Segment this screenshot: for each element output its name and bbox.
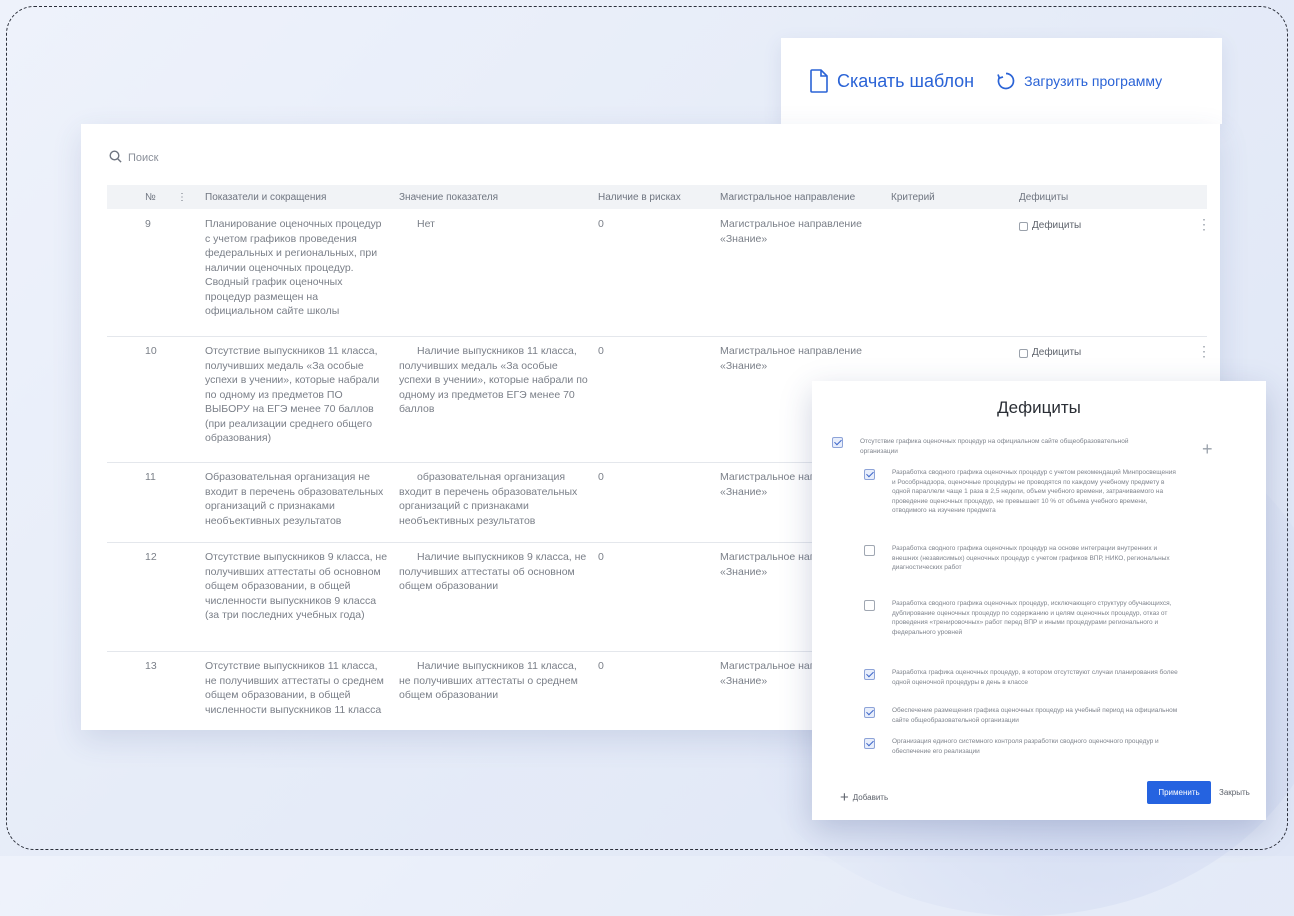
row-direction: Магистральное направление «Знание» [720, 218, 862, 245]
download-template-label: Скачать шаблон [837, 70, 975, 91]
row-indicator: Образовательная организация не входит в … [205, 471, 384, 527]
row-num: 9 [145, 218, 151, 230]
col-direction: Магистральное направление [720, 192, 856, 203]
refresh-icon [996, 71, 1016, 91]
deficit-item-text: Организация единого системного контроля … [892, 738, 1159, 755]
deficit-item-text: Разработка сводного графика оценочных пр… [892, 600, 1172, 636]
row-value: Наличие выпускников 9 класса, не получив… [399, 551, 587, 592]
col-num: № [145, 192, 156, 203]
row-value: Наличие выпускников 11 класса, получивши… [399, 345, 588, 415]
search-icon [109, 150, 122, 166]
row-value: Нет [417, 218, 435, 230]
col-criterion: Критерий [891, 192, 935, 203]
add-deficit-label: Добавить [852, 793, 889, 802]
row-num: 10 [145, 345, 157, 357]
row-menu-icon[interactable]: ⋮ [1197, 217, 1211, 232]
row-points: 0 [598, 551, 604, 563]
row-points: 0 [598, 471, 604, 483]
download-template-button[interactable]: Скачать шаблон [809, 69, 974, 93]
search-placeholder: Поиск [128, 152, 159, 164]
deficits-tag-label: Дефициты [1032, 220, 1082, 231]
col-points: Наличие в рисках [598, 192, 681, 203]
deficit-item-text: Разработка графика оценочных процедур, в… [892, 669, 1178, 686]
row-menu-icon[interactable]: ⋮ [1197, 344, 1211, 359]
col-deficits: Дефициты [1019, 192, 1069, 203]
actions-card: Скачать шаблон Загрузить программу [781, 38, 1222, 124]
checkbox-icon [1019, 348, 1028, 358]
close-button[interactable]: Закрыть [1219, 788, 1250, 797]
upload-program-button[interactable]: Загрузить программу [996, 71, 1162, 91]
upload-program-label: Загрузить программу [1024, 73, 1163, 89]
column-menu-icon[interactable]: ⋮ [177, 192, 187, 203]
row-num: 12 [145, 551, 157, 563]
add-icon[interactable]: + [1202, 439, 1213, 460]
deficits-modal: Дефициты + Отсутствие графика оценочных … [812, 381, 1266, 820]
deficit-item-text: Обеспечение размещения графика оценочных… [892, 707, 1178, 724]
deficit-checkbox[interactable] [864, 469, 875, 480]
row-value: Наличие выпускников 11 класса, не получи… [399, 660, 578, 701]
plus-icon: + [840, 789, 849, 806]
add-deficit-button[interactable]: + Добавить [840, 789, 888, 806]
table-header: № ⋮ Показатели и сокращения Значение пок… [107, 185, 1207, 209]
deficits-tag-label: Дефициты [1032, 347, 1082, 358]
row-num: 13 [145, 660, 157, 672]
row-points: 0 [598, 218, 604, 230]
deficits-tag[interactable]: Дефициты [1019, 219, 1081, 234]
row-indicator: Планирование оценочных процедур с учетом… [205, 218, 382, 317]
table-row[interactable]: 9 Планирование оценочных процедур с учет… [107, 209, 1211, 337]
col-indicators: Показатели и сокращения [205, 192, 327, 203]
col-value: Значение показателя [399, 192, 499, 203]
deficit-item-text: Отсутствие графика оценочных процедур на… [860, 438, 1129, 455]
deficit-checkbox[interactable] [864, 738, 875, 749]
row-value: образовательная организация входит в пер… [399, 471, 578, 527]
modal-title: Дефициты [997, 398, 1081, 417]
deficit-item-text: Разработка сводного графика оценочных пр… [892, 469, 1176, 514]
deficits-tag[interactable]: Дефициты [1019, 346, 1081, 361]
deficit-checkbox[interactable] [864, 600, 875, 611]
row-indicator: Отсутствие выпускников 11 класса, получи… [205, 345, 380, 444]
deficit-item-text: Разработка сводного графика оценочных пр… [892, 545, 1170, 571]
deficit-checkbox[interactable] [864, 707, 875, 718]
row-points: 0 [598, 660, 604, 672]
row-indicator: Отсутствие выпускников 9 класса, не полу… [205, 551, 388, 621]
row-direction: Магистральное направление «Знание» [720, 345, 862, 372]
row-num: 11 [145, 471, 156, 483]
deficit-checkbox[interactable] [864, 545, 875, 556]
row-points: 0 [598, 345, 604, 357]
file-icon [809, 69, 829, 93]
row-indicator: Отсутствие выпускников 11 класса, не пол… [205, 660, 384, 716]
apply-button[interactable]: Применить [1147, 781, 1211, 804]
search-field[interactable]: Поиск [109, 150, 158, 166]
deficit-checkbox[interactable] [832, 437, 843, 448]
checkbox-icon [1019, 221, 1028, 231]
deficit-checkbox[interactable] [864, 669, 875, 680]
